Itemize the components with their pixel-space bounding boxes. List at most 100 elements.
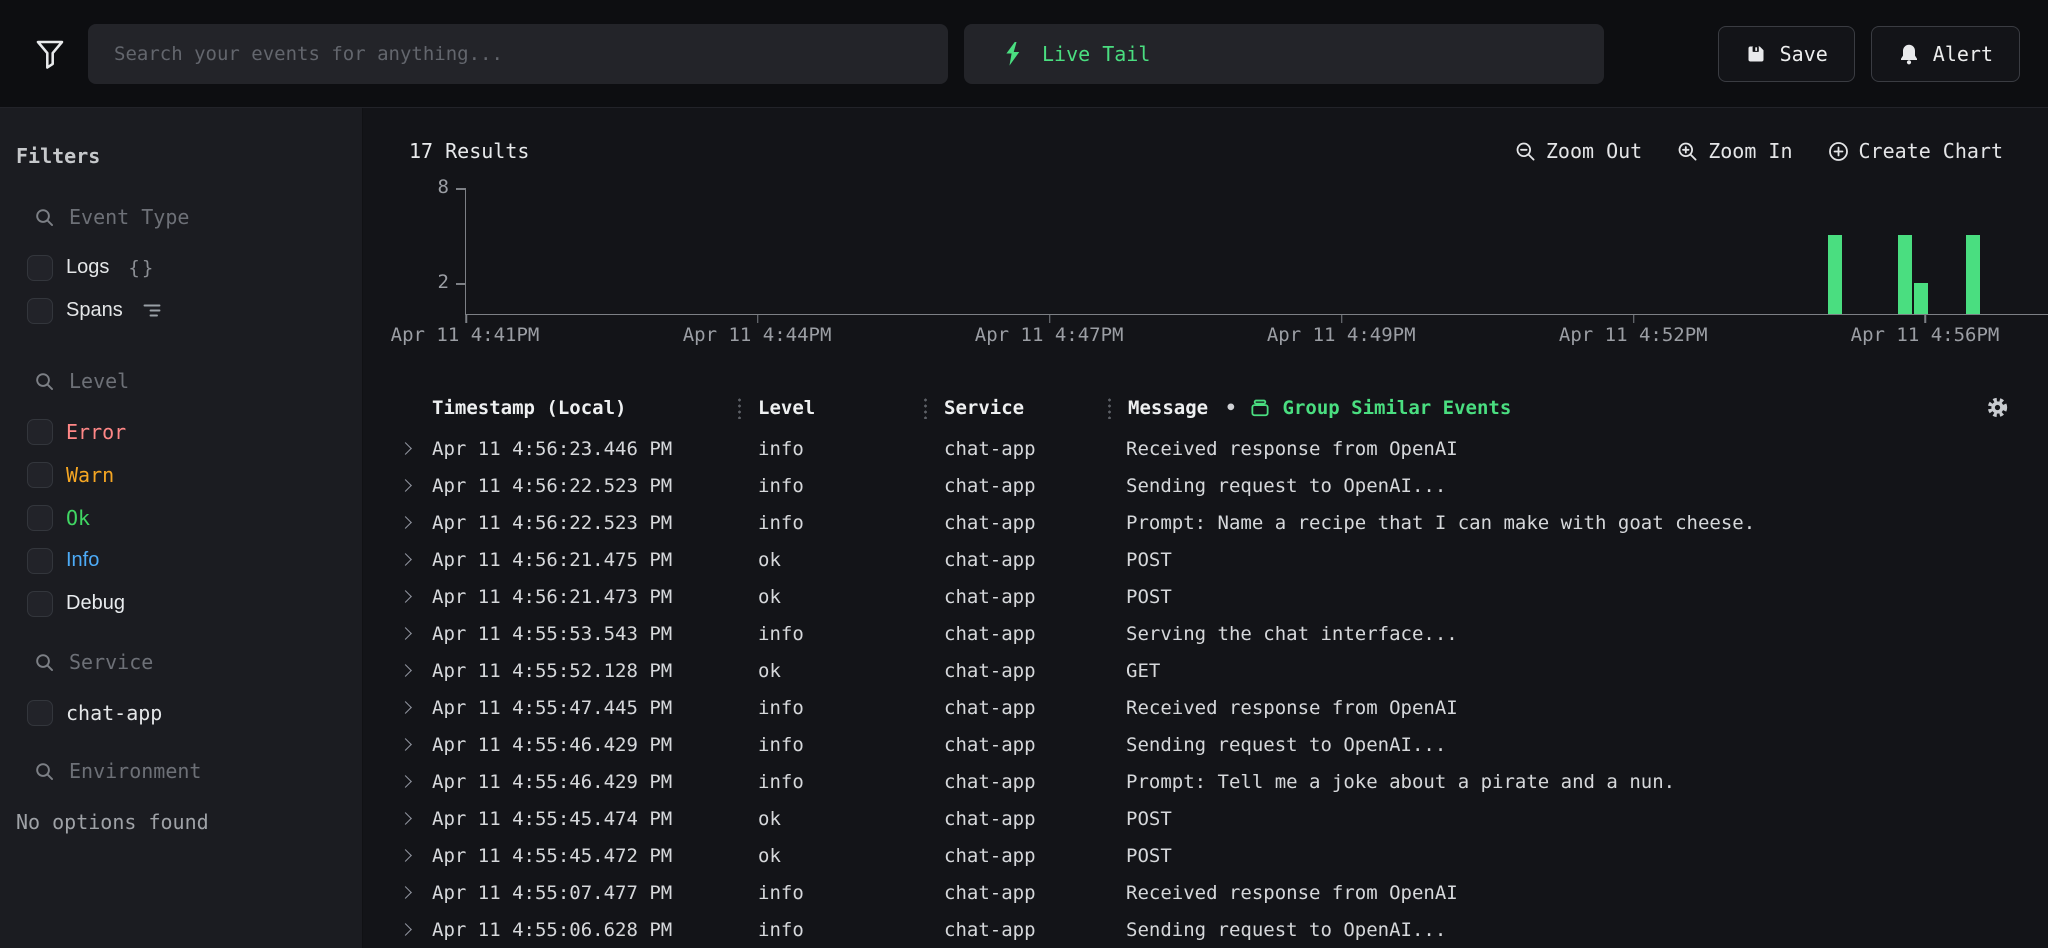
log-row[interactable]: Apr 11 4:55:07.477 PMinfochat-appReceive… [363,874,2048,911]
log-service: chat-app [924,512,1108,534]
histogram-bar [1828,235,1842,314]
log-level: info [738,882,924,904]
save-button[interactable]: Save [1718,26,1855,82]
column-service[interactable]: Service [924,385,1108,430]
filter-funnel-icon[interactable] [28,32,72,76]
row-expander[interactable] [363,703,432,712]
log-timestamp: Apr 11 4:55:45.474 PM [432,808,738,830]
log-row[interactable]: Apr 11 4:55:45.474 PMokchat-appPOST [363,800,2048,837]
column-resize-handle[interactable] [924,397,927,419]
log-row[interactable]: Apr 11 4:55:45.472 PMokchat-appPOST [363,837,2048,874]
event-type-filter-input[interactable] [69,205,299,229]
log-level: info [738,623,924,645]
log-row[interactable]: Apr 11 4:56:22.523 PMinfochat-appPrompt:… [363,504,2048,541]
log-service: chat-app [924,734,1108,756]
log-service: chat-app [924,808,1108,830]
filter-option-error[interactable]: Error [16,410,346,453]
spans-checkbox[interactable] [27,298,53,324]
info-checkbox[interactable] [27,548,53,574]
chart-toolbar: Zoom Out Zoom In Create Chart [1514,139,2003,163]
log-row[interactable]: Apr 11 4:55:46.429 PMinfochat-appPrompt:… [363,763,2048,800]
search-icon [34,371,55,392]
column-resize-handle[interactable] [1108,397,1111,419]
row-expander[interactable] [363,555,432,564]
logs-checkbox[interactable] [27,255,53,281]
zoom-in-button[interactable]: Zoom In [1676,139,1792,163]
level-filter-input[interactable] [69,369,299,393]
log-timestamp: Apr 11 4:56:23.446 PM [432,438,738,460]
column-timestamp[interactable]: Timestamp (Local) [432,385,738,430]
x-axis-tick [1049,314,1051,323]
row-expander[interactable] [363,518,432,527]
filter-option-ok[interactable]: Ok [16,496,346,539]
row-expander[interactable] [363,814,432,823]
y-axis-tick [456,283,465,285]
log-table: Timestamp (Local) Level Service Message … [363,385,2048,948]
log-level: ok [738,808,924,830]
log-service: chat-app [924,586,1108,608]
row-expander[interactable] [363,925,432,934]
histogram-bar [1898,235,1912,314]
row-expander[interactable] [363,481,432,490]
histogram-plot[interactable] [465,188,2048,315]
debug-checkbox[interactable] [27,591,53,617]
log-row[interactable]: Apr 11 4:55:06.628 PMinfochat-appSending… [363,911,2048,948]
row-expander[interactable] [363,777,432,786]
row-expander[interactable] [363,888,432,897]
log-row[interactable]: Apr 11 4:55:52.128 PMokchat-appGET [363,652,2048,689]
log-row[interactable]: Apr 11 4:56:23.446 PMinfochat-appReceive… [363,430,2048,467]
zoom-out-button[interactable]: Zoom Out [1514,139,1642,163]
row-expander[interactable] [363,444,432,453]
log-timestamp: Apr 11 4:55:07.477 PM [432,882,738,904]
service-filter-input[interactable] [69,650,299,674]
event-search-input[interactable] [114,43,922,65]
x-axis-label: Apr 11 4:44PM [683,324,832,346]
filter-group-service: chat-app [16,647,346,734]
filter-option-logs[interactable]: Logs {} [16,246,346,289]
log-row[interactable]: Apr 11 4:55:46.429 PMinfochat-appSending… [363,726,2048,763]
table-settings-gear-icon[interactable] [1985,395,2010,420]
filter-option-info[interactable]: Info [16,539,346,582]
histogram-bar [1966,235,1980,314]
log-row[interactable]: Apr 11 4:55:47.445 PMinfochat-appReceive… [363,689,2048,726]
filter-option-spans[interactable]: Spans [16,289,346,332]
filter-option-debug[interactable]: Debug [16,582,346,625]
log-timestamp: Apr 11 4:55:06.628 PM [432,919,738,941]
row-expander[interactable] [363,851,432,860]
row-expander[interactable] [363,740,432,749]
row-expander[interactable] [363,592,432,601]
create-chart-button[interactable]: Create Chart [1827,139,2004,163]
chevron-right-icon [399,442,412,455]
log-service: chat-app [924,919,1108,941]
group-similar-toggle[interactable]: • Group Similar Events [1225,397,1511,419]
log-row[interactable]: Apr 11 4:56:22.523 PMinfochat-appSending… [363,467,2048,504]
log-message: Prompt: Tell me a joke about a pirate an… [1108,771,2048,793]
chevron-right-icon [399,590,412,603]
column-resize-handle[interactable] [738,397,741,419]
group-similar-label: Group Similar Events [1283,397,1512,419]
environment-search-row [16,756,346,786]
chevron-right-icon [399,812,412,825]
chevron-right-icon [399,738,412,751]
error-checkbox[interactable] [27,419,53,445]
row-expander[interactable] [363,629,432,638]
chevron-right-icon [399,479,412,492]
zoom-in-icon [1676,140,1699,163]
error-label: Error [66,420,126,444]
row-expander[interactable] [363,666,432,675]
log-row[interactable]: Apr 11 4:55:53.543 PMinfochat-appServing… [363,615,2048,652]
column-message[interactable]: Message • Group Similar Events [1108,385,2048,430]
filters-sidebar: Filters Logs {} Spans [0,108,363,948]
alert-button[interactable]: Alert [1871,26,2020,82]
log-row[interactable]: Apr 11 4:56:21.473 PMokchat-appPOST [363,578,2048,615]
log-row[interactable]: Apr 11 4:56:21.475 PMokchat-appPOST [363,541,2048,578]
log-message: POST [1108,808,2048,830]
warn-checkbox[interactable] [27,462,53,488]
filter-option-warn[interactable]: Warn [16,453,346,496]
ok-checkbox[interactable] [27,505,53,531]
column-level[interactable]: Level [738,385,924,430]
environment-filter-input[interactable] [69,759,299,783]
chat-app-checkbox[interactable] [27,700,53,726]
filter-option-chat-app[interactable]: chat-app [16,691,346,734]
live-tail-button[interactable]: Live Tail [964,24,1604,84]
